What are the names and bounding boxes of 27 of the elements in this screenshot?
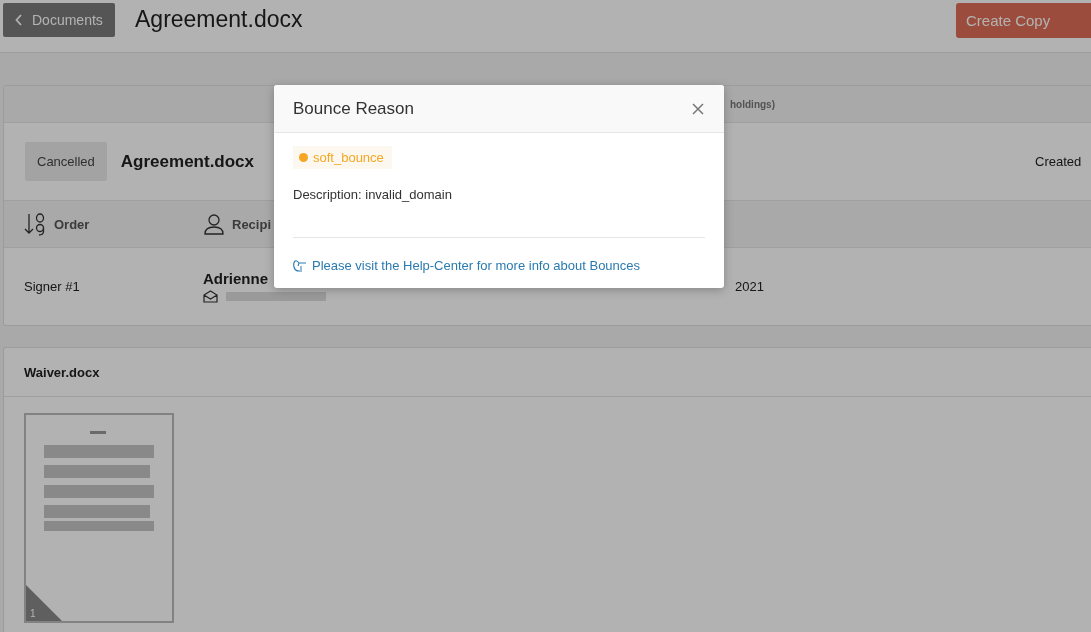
bounce-tag: soft_bounce: [293, 146, 392, 169]
banner-text: holdings): [730, 98, 775, 110]
column-header: Recipi: [232, 216, 271, 232]
back-button[interactable]: Documents: [3, 3, 115, 37]
chevron-left-icon: [15, 14, 23, 26]
recipient-name: Adrienne: [203, 270, 269, 287]
envelope-icon: [203, 290, 218, 303]
pointing-hand-icon: [293, 259, 307, 272]
column-header: Order: [54, 216, 90, 232]
created-label: Created: [1035, 154, 1083, 169]
sort-order-icon: [24, 212, 46, 236]
page-thumbnail[interactable]: 1: [24, 413, 174, 623]
document-name: Waiver.docx: [24, 364, 100, 380]
page-number: 1: [30, 608, 36, 619]
create-copy-button[interactable]: Create Copy: [956, 3, 1091, 38]
page-corner-icon: [26, 585, 62, 621]
modal-title: Bounce Reason: [293, 98, 414, 119]
description-text: Description: invalid_domain: [293, 187, 453, 202]
page-title: Agreement.docx: [135, 6, 303, 33]
close-icon: [692, 102, 704, 115]
person-icon: [204, 213, 224, 235]
status-badge: Cancelled: [25, 142, 107, 181]
close-button[interactable]: [690, 100, 706, 117]
table-cell-text: Signer #1: [24, 279, 81, 294]
table-cell: 2021: [735, 279, 764, 294]
help-link[interactable]: Please visit the Help-Center for more info about Bounces: [293, 258, 705, 273]
document-name: Agreement.docx: [120, 151, 255, 172]
